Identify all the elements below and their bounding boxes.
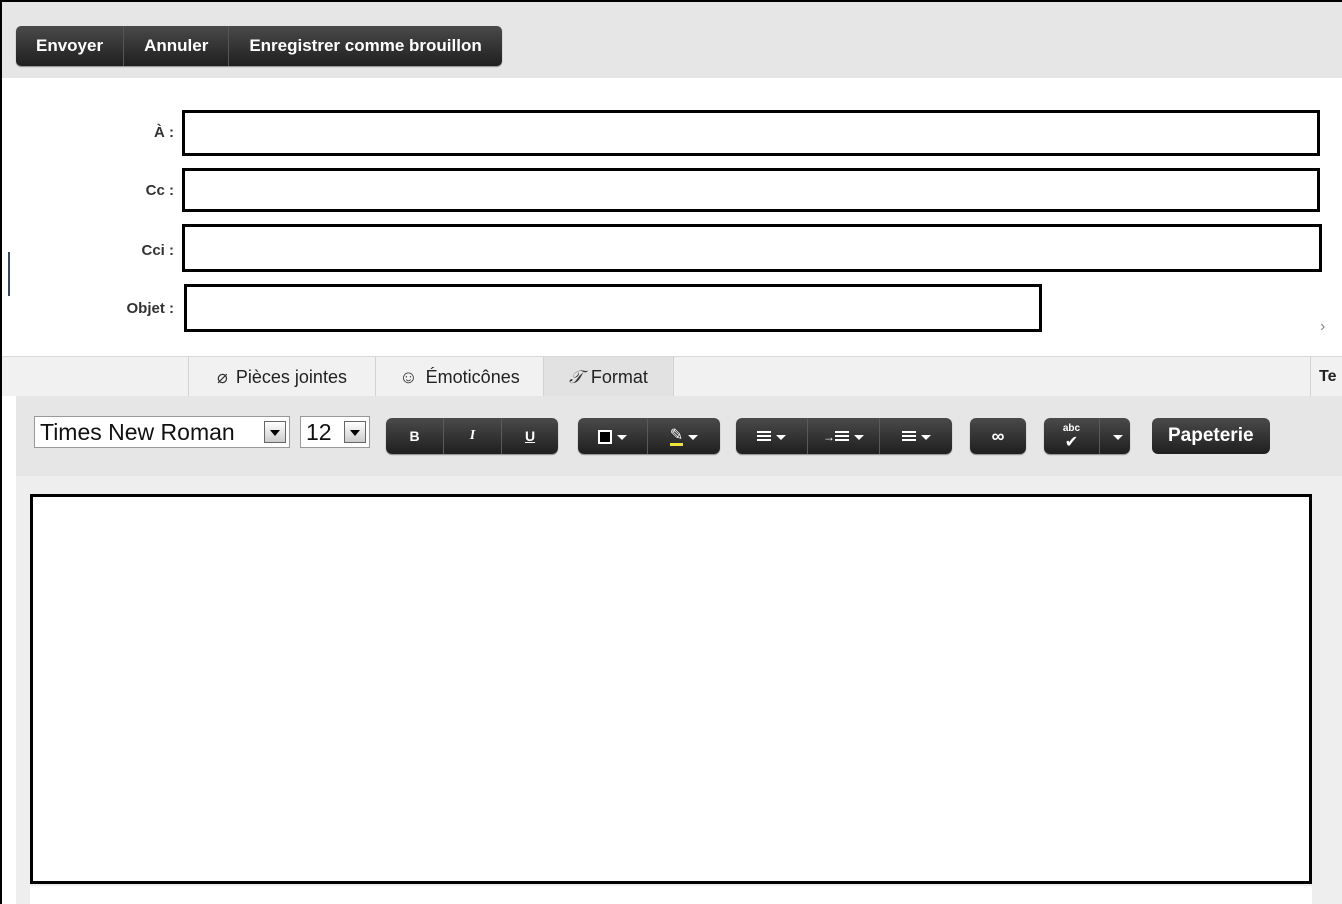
chevron-right-icon: › [1320, 318, 1326, 335]
font-size-value: 12 [306, 419, 332, 445]
to-field[interactable] [182, 110, 1320, 156]
cc-field[interactable] [182, 168, 1320, 212]
tab-format[interactable]: 𝒯 Format [544, 357, 674, 397]
tab-format-label: Format [590, 367, 648, 387]
save-draft-button[interactable]: Enregistrer comme brouillon [229, 26, 501, 66]
editor-area [16, 476, 1342, 904]
text-color-button[interactable] [578, 418, 648, 454]
indent-icon [835, 431, 849, 444]
chevron-down-icon[interactable] [344, 421, 366, 443]
tab-truncated[interactable]: Te [1310, 357, 1342, 397]
format-toolbar: Times New Roman 12 B I U ✎ → ∞ abc ✔ Pap… [16, 396, 1342, 476]
font-family-value: Times New Roman [40, 419, 235, 445]
tab-emoticons-label: Émoticônes [425, 367, 520, 387]
cc-input[interactable] [185, 171, 1317, 209]
action-bar: Envoyer Annuler Enregistrer comme brouil… [2, 2, 1342, 78]
font-size-select[interactable]: 12 [300, 416, 370, 448]
text-color-icon [598, 430, 612, 445]
action-button-group: Envoyer Annuler Enregistrer comme brouil… [16, 26, 502, 66]
compose-window: Envoyer Annuler Enregistrer comme brouil… [0, 0, 1342, 904]
cancel-button[interactable]: Annuler [124, 26, 230, 66]
paperclip-icon: ⌀ [217, 367, 228, 387]
list-button[interactable] [880, 418, 952, 454]
paragraph-group: → [736, 418, 952, 454]
text-style-group: B I U [386, 418, 558, 454]
message-body[interactable] [30, 494, 1312, 884]
subject-label: Objet : [126, 300, 175, 317]
indent-arrow-icon: → [823, 430, 835, 444]
bcc-input[interactable] [185, 227, 1319, 269]
italic-button[interactable]: I [444, 418, 502, 454]
align-left-icon [757, 431, 771, 444]
format-script-icon: 𝒯 [569, 367, 583, 388]
highlight-pen-icon: ✎ [669, 426, 684, 446]
tab-attachments[interactable]: ⌀ Pièces jointes [188, 357, 376, 397]
spellcheck-label: abc [1062, 423, 1081, 434]
indent-button[interactable]: → [808, 418, 880, 454]
stationery-button[interactable]: Papeterie [1152, 418, 1270, 454]
header-fields: À : Cc : Cci : › Objet : [2, 78, 1342, 356]
composer-tabs: ⌀ Pièces jointes ☺ Émoticônes 𝒯 Format Te [2, 356, 1342, 397]
bcc-field[interactable] [182, 224, 1322, 272]
message-body-input[interactable] [33, 497, 1309, 881]
bold-button[interactable]: B [386, 418, 444, 454]
font-family-select[interactable]: Times New Roman [34, 416, 290, 448]
underline-button[interactable]: U [502, 418, 558, 454]
spellcheck-group: abc ✔ [1044, 418, 1130, 454]
checkmark-icon: ✔ [1064, 434, 1079, 451]
color-group: ✎ [578, 418, 720, 454]
tab-emoticons[interactable]: ☺ Émoticônes [376, 357, 544, 397]
send-button[interactable]: Envoyer [16, 26, 125, 66]
spellcheck-button[interactable]: abc ✔ [1044, 418, 1100, 454]
spellcheck-dropdown-button[interactable] [1100, 418, 1130, 454]
highlight-color-button[interactable]: ✎ [648, 418, 720, 454]
list-icon [901, 431, 916, 444]
editor-footer [30, 886, 1312, 904]
align-button[interactable] [736, 418, 808, 454]
smiley-icon: ☺ [399, 367, 418, 387]
to-label: À : [154, 124, 174, 141]
link-button[interactable]: ∞ [970, 418, 1026, 454]
to-input[interactable] [185, 113, 1317, 153]
link-icon: ∞ [991, 426, 1005, 446]
tab-attachments-label: Pièces jointes [235, 367, 347, 387]
bcc-label: Cci : [141, 242, 174, 259]
link-group: ∞ [970, 418, 1026, 454]
cc-label: Cc : [145, 182, 174, 199]
chevron-down-icon[interactable] [264, 421, 286, 443]
subject-input[interactable] [187, 287, 1039, 329]
subject-field[interactable] [184, 284, 1042, 332]
